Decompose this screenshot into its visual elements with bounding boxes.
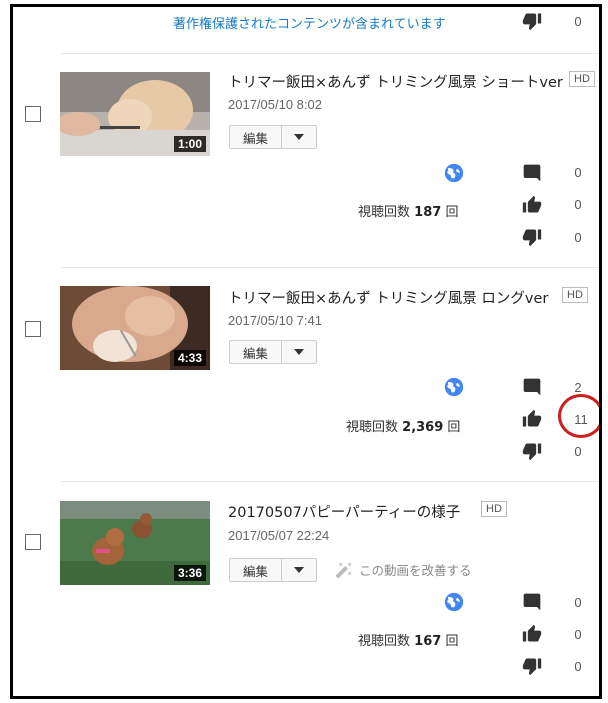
video-duration: 1:00 xyxy=(173,136,206,152)
improve-video-label: この動画を改善する xyxy=(359,563,472,578)
views-label: 視聴回数 xyxy=(346,420,399,435)
globe-icon xyxy=(444,377,464,397)
video-thumbnail[interactable]: 4:33 xyxy=(60,286,210,370)
row-divider xyxy=(61,481,599,482)
improve-video-link[interactable]: この動画を改善する xyxy=(335,560,472,579)
comment-count: 0 xyxy=(574,595,582,610)
thumbs-up-icon[interactable] xyxy=(521,624,543,644)
view-count: 視聴回数 167 回 xyxy=(358,630,458,649)
video-list-panel: 著作権保護されたコンテンツが含まれています 0 1:00 トリマー飯田×あんず … xyxy=(10,4,602,699)
select-video-checkbox[interactable] xyxy=(25,534,41,550)
views-number: 167 xyxy=(414,634,442,649)
views-number: 2,369 xyxy=(402,420,444,435)
edit-dropdown-button[interactable] xyxy=(282,126,316,148)
dislike-count: 0 xyxy=(574,659,582,674)
views-unit: 回 xyxy=(447,420,461,435)
dislike-count: 0 xyxy=(574,14,582,29)
like-count: 0 xyxy=(574,627,582,642)
thumbs-down-icon[interactable] xyxy=(521,656,543,676)
video-title-link[interactable]: 20170507パピーパーティーの様子 xyxy=(228,501,460,522)
hd-badge: HD xyxy=(562,287,588,303)
comment-count: 2 xyxy=(574,380,582,395)
row-divider xyxy=(61,53,599,54)
hd-badge: HD xyxy=(569,71,595,87)
views-label: 視聴回数 xyxy=(358,634,411,649)
edit-button[interactable]: 編集 xyxy=(230,559,282,581)
view-count: 視聴回数 2,369 回 xyxy=(346,416,460,435)
row-divider xyxy=(61,267,599,268)
views-number: 187 xyxy=(414,205,442,220)
thumbs-up-icon[interactable] xyxy=(521,195,543,215)
comment-icon[interactable] xyxy=(521,377,543,397)
upload-date: 2017/05/07 22:24 xyxy=(228,528,330,543)
chevron-down-icon xyxy=(294,134,304,140)
edit-button[interactable]: 編集 xyxy=(230,341,282,363)
thumbs-down-icon[interactable] xyxy=(521,441,543,461)
views-unit: 回 xyxy=(445,205,459,220)
globe-icon xyxy=(444,592,464,612)
copyright-notice-link[interactable]: 著作権保護されたコンテンツが含まれています xyxy=(173,13,446,32)
dislike-count: 0 xyxy=(574,444,582,459)
video-thumbnail[interactable]: 1:00 xyxy=(60,72,210,156)
thumbs-up-icon[interactable] xyxy=(521,409,543,429)
edit-button-group: 編集 xyxy=(229,558,317,582)
video-duration: 3:36 xyxy=(173,565,206,581)
select-video-checkbox[interactable] xyxy=(25,106,41,122)
comment-count: 0 xyxy=(574,165,582,180)
magic-wand-icon xyxy=(335,562,352,578)
comment-icon[interactable] xyxy=(521,163,543,183)
upload-date: 2017/05/10 8:02 xyxy=(228,97,322,112)
video-duration: 4:33 xyxy=(173,350,206,366)
edit-button-group: 編集 xyxy=(229,340,317,364)
thumbs-down-icon[interactable] xyxy=(521,11,543,31)
edit-dropdown-button[interactable] xyxy=(282,559,316,581)
chevron-down-icon xyxy=(294,349,304,355)
highlight-circle xyxy=(558,394,599,438)
edit-dropdown-button[interactable] xyxy=(282,341,316,363)
views-unit: 回 xyxy=(445,634,459,649)
comment-icon[interactable] xyxy=(521,592,543,612)
thumbs-down-icon[interactable] xyxy=(521,227,543,247)
dislike-count: 0 xyxy=(574,230,582,245)
globe-icon xyxy=(444,163,464,183)
edit-button[interactable]: 編集 xyxy=(230,126,282,148)
views-label: 視聴回数 xyxy=(358,205,411,220)
video-thumbnail[interactable]: 3:36 xyxy=(60,501,210,585)
upload-date: 2017/05/10 7:41 xyxy=(228,313,322,328)
like-count: 0 xyxy=(574,197,582,212)
video-title-link[interactable]: トリマー飯田×あんず トリミング風景 ショートver xyxy=(228,71,563,92)
view-count: 視聴回数 187 回 xyxy=(358,201,458,220)
hd-badge: HD xyxy=(481,501,507,517)
chevron-down-icon xyxy=(294,567,304,573)
video-title-link[interactable]: トリマー飯田×あんず トリミング風景 ロングver xyxy=(228,287,548,308)
edit-button-group: 編集 xyxy=(229,125,317,149)
select-video-checkbox[interactable] xyxy=(25,321,41,337)
